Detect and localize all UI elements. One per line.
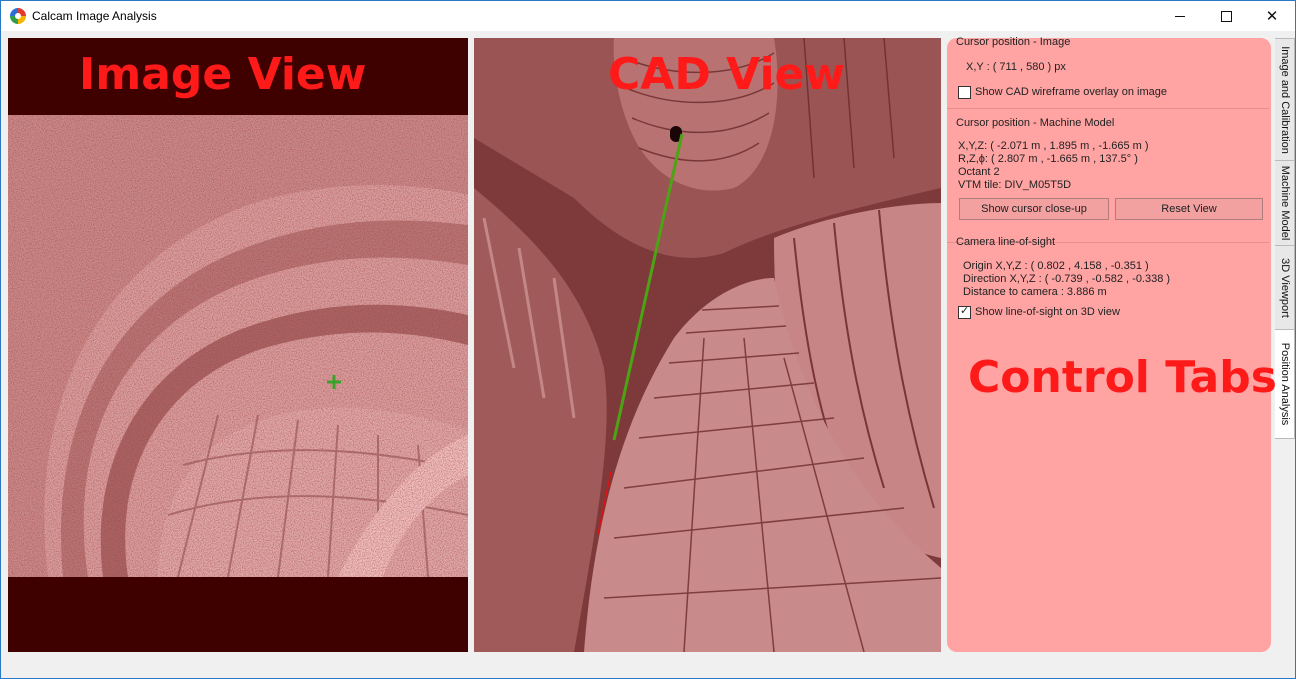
camera-image-graphic	[8, 115, 468, 577]
tab-image-calibration[interactable]: Image and Calibration	[1275, 38, 1295, 161]
model-xyz-value: X,Y,Z: ( -2.071 m , 1.895 m , -1.665 m )	[958, 140, 1149, 152]
model-rzphi-value: R,Z,ϕ: ( 2.807 m , -1.665 m , 137.5° )	[958, 153, 1138, 165]
control-panel: Cursor position - Image X,Y : ( 711 , 58…	[947, 36, 1277, 652]
wireframe-checkbox-label[interactable]: Show CAD wireframe overlay on image	[975, 86, 1167, 98]
line-of-sight-group: Camera line-of-sight Origin X,Y,Z : ( 0.…	[947, 236, 1269, 328]
origin-value: Origin X,Y,Z : ( 0.802 , 4.158 , -0.351 …	[963, 260, 1149, 272]
calcam-logo-icon	[10, 8, 26, 24]
control-tabs-label: Control Tabs	[968, 352, 1277, 403]
octant-value: Octant 2	[958, 166, 1000, 178]
tab-3d-viewport-label: 3D Viewport	[1278, 257, 1291, 318]
maximize-icon	[1220, 10, 1232, 22]
model-group-title: Cursor position - Machine Model	[956, 117, 1115, 129]
tab-position-analysis-label: Position Analysis	[1278, 342, 1291, 426]
close-icon: ✕	[1265, 8, 1279, 25]
sight-group-title: Camera line-of-sight	[956, 236, 1056, 248]
minimize-button[interactable]	[1157, 1, 1203, 31]
reset-view-button[interactable]: Reset View	[1115, 198, 1263, 220]
wireframe-checkbox[interactable]	[958, 86, 971, 99]
title-bar: Calcam Image Analysis ✕	[1, 1, 1295, 31]
image-cursor-group: Cursor position - Image X,Y : ( 711 , 58…	[947, 36, 1269, 109]
vtm-tile-value: VTM tile: DIV_M05T5D	[958, 179, 1072, 191]
minimize-icon	[1175, 15, 1185, 17]
image-view[interactable]: Image View	[8, 38, 468, 652]
show-closeup-button[interactable]: Show cursor close-up	[959, 198, 1109, 220]
image-view-label: Image View	[79, 49, 367, 100]
tab-position-analysis[interactable]: Position Analysis	[1275, 329, 1295, 439]
camera-image[interactable]	[8, 115, 468, 577]
tab-machine-model[interactable]: Machine Model	[1275, 160, 1295, 246]
direction-value: Direction X,Y,Z : ( -0.739 , -0.582 , -0…	[963, 273, 1171, 285]
app-window: Calcam Image Analysis ✕ Image View CAD V…	[0, 0, 1296, 679]
cad-view-label: CAD View	[608, 49, 846, 100]
tab-bar: Image and Calibration Machine Model 3D V…	[1275, 38, 1295, 652]
close-button[interactable]: ✕	[1249, 1, 1295, 31]
image-group-title: Cursor position - Image	[956, 36, 1071, 48]
window-title: Calcam Image Analysis	[32, 9, 157, 23]
cad-render	[474, 38, 941, 652]
tab-machine-model-label: Machine Model	[1278, 165, 1291, 241]
image-xy-value: X,Y : ( 711 , 580 ) px	[966, 61, 1066, 73]
tab-image-calibration-label: Image and Calibration	[1278, 45, 1291, 154]
cad-view[interactable]: CAD View	[474, 38, 941, 652]
los-checkbox[interactable]	[958, 304, 971, 319]
maximize-button[interactable]	[1203, 1, 1249, 31]
distance-value: Distance to camera : 3.886 m	[963, 286, 1107, 298]
model-cursor-group: Cursor position - Machine Model X,Y,Z: (…	[947, 117, 1269, 243]
los-checkbox-label[interactable]: Show line-of-sight on 3D view	[975, 306, 1120, 318]
tab-3d-viewport[interactable]: 3D Viewport	[1275, 245, 1295, 330]
